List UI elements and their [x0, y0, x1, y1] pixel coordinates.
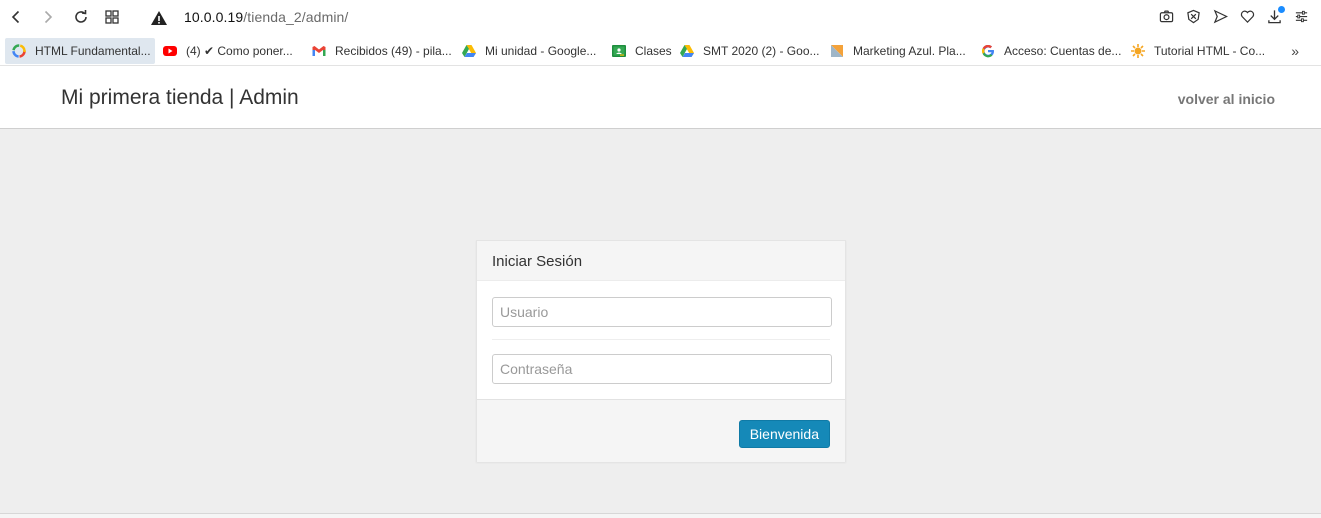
settings-sliders-icon[interactable] [1293, 7, 1309, 25]
password-input[interactable] [492, 354, 832, 384]
bookmark-label: Marketing Azul. Pla... [853, 44, 966, 58]
window-bottom-edge [0, 513, 1321, 518]
google-drive-icon [461, 43, 477, 59]
shield-icon[interactable] [1185, 7, 1201, 25]
send-icon[interactable] [1212, 7, 1228, 25]
field-divider [492, 339, 830, 340]
bookmark-label: (4) ✔ Como poner... [186, 44, 293, 58]
classroom-icon [611, 43, 627, 59]
youtube-icon [162, 43, 178, 59]
bookmark-acceso-cuentas[interactable]: Acceso: Cuentas de... [974, 38, 1127, 64]
bookmark-tutorial-html[interactable]: Tutorial HTML - Co... [1124, 38, 1271, 64]
reload-icon[interactable] [70, 6, 92, 28]
insecure-warning-icon[interactable] [150, 9, 168, 27]
bookmark-gmail[interactable]: Recibidos (49) - pila... [305, 38, 458, 64]
bookmarks-overflow-button[interactable]: » [1291, 43, 1299, 59]
back-icon[interactable] [5, 6, 27, 28]
main-content: Iniciar Sesión Bienvenida [0, 129, 1321, 513]
bookmark-youtube[interactable]: (4) ✔ Como poner... [156, 38, 299, 64]
bookmark-label: Tutorial HTML - Co... [1154, 44, 1266, 58]
address-bar[interactable]: 10.0.0.19/tienda_2/admin/ [184, 9, 348, 25]
site-header: Mi primera tienda | Admin volver al inic… [0, 67, 1321, 129]
bookmark-label: Clases [635, 44, 672, 58]
bookmark-clases[interactable]: Clases [605, 38, 678, 64]
download-icon[interactable] [1266, 6, 1285, 25]
sun-icon [1130, 43, 1146, 59]
bookmark-label: Recibidos (49) - pila... [335, 44, 452, 58]
google-drive-icon [679, 43, 695, 59]
login-panel-footer: Bienvenida [477, 399, 845, 462]
bookmark-marketing-azul[interactable]: Marketing Azul. Pla... [823, 38, 972, 64]
site-brand[interactable]: Mi primera tienda | Admin [61, 86, 299, 110]
camera-icon[interactable] [1158, 7, 1174, 25]
back-to-home-link[interactable]: volver al inicio [1178, 91, 1275, 107]
forward-icon[interactable] [37, 6, 59, 28]
url-path: /tienda_2/admin/ [243, 9, 349, 25]
login-form [477, 281, 845, 384]
username-input[interactable] [492, 297, 832, 327]
login-submit-button[interactable]: Bienvenida [738, 420, 830, 448]
login-panel-title: Iniciar Sesión [477, 241, 845, 281]
heart-icon[interactable] [1239, 7, 1255, 25]
gmail-icon [311, 43, 327, 59]
doc-icon [829, 43, 845, 59]
bookmark-label: SMT 2020 (2) - Goo... [703, 44, 820, 58]
bookmark-html-fundamental[interactable]: HTML Fundamental... [5, 38, 155, 64]
colorful-ring-icon [11, 43, 27, 59]
google-icon [980, 43, 996, 59]
tabs-grid-icon[interactable] [101, 6, 123, 28]
login-panel: Iniciar Sesión Bienvenida [476, 240, 846, 462]
bookmark-mi-unidad[interactable]: Mi unidad - Google... [455, 38, 602, 64]
browser-toolbar: 10.0.0.19/tienda_2/admin/ [0, 0, 1321, 36]
bookmark-label: Mi unidad - Google... [485, 44, 597, 58]
toolbar-actions [1158, 6, 1309, 25]
bookmark-label: Acceso: Cuentas de... [1004, 44, 1122, 58]
bookmark-label: HTML Fundamental... [35, 44, 151, 58]
bookmarks-bar: HTML Fundamental... (4) ✔ Como poner... … [0, 36, 1321, 66]
download-badge [1278, 6, 1285, 13]
url-host: 10.0.0.19 [184, 9, 244, 25]
bookmark-smt-2020[interactable]: SMT 2020 (2) - Goo... [673, 38, 826, 64]
